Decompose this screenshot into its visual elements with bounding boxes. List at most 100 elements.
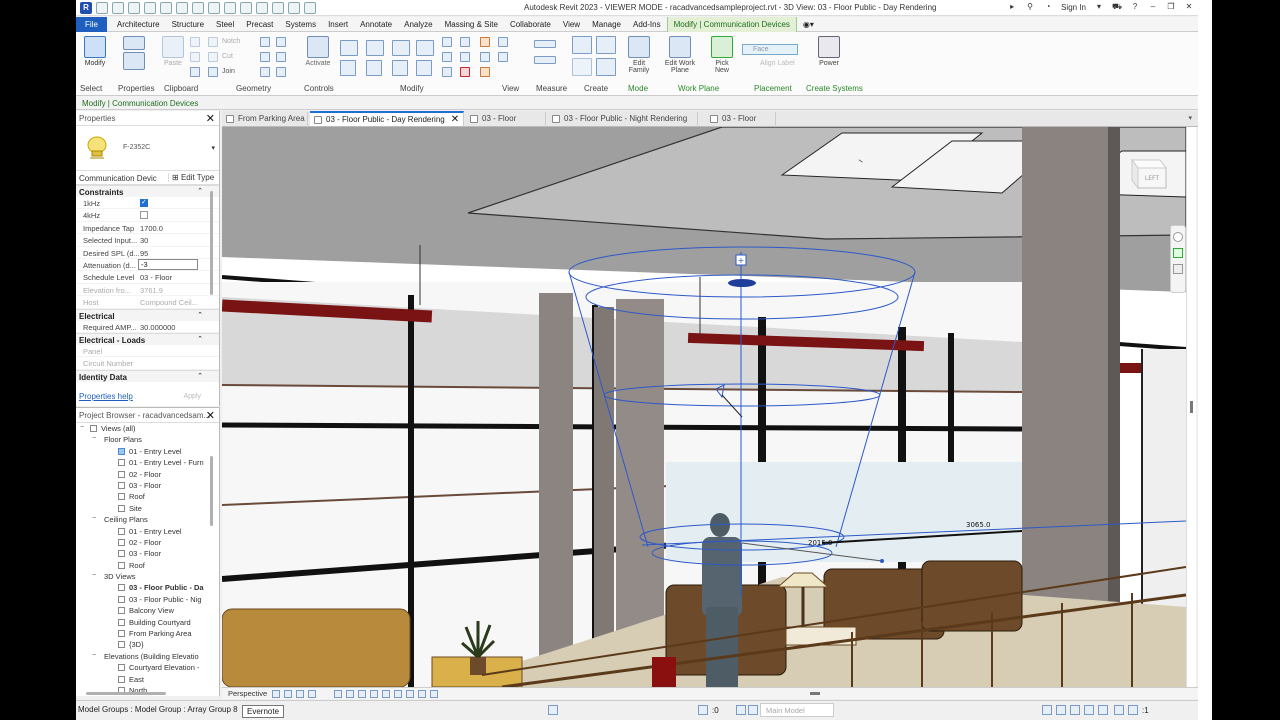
scale-icon[interactable] [442,67,452,77]
dimension-tool-icon[interactable] [534,56,556,64]
dimension-label-2[interactable]: 2015.0 [808,539,833,547]
scroll-thumb[interactable] [1190,401,1193,413]
mirror-pick-icon[interactable] [392,40,410,56]
align-icon[interactable] [340,40,358,56]
browser-group-item[interactable]: − Views (all) [76,423,216,434]
3d-scene[interactable]: + 3065.0 2015.0 I [222,127,1186,687]
browser-view-item[interactable]: 03 - Floor Public - Da [76,582,216,593]
browser-view-item[interactable]: Courtyard Elevation - [76,662,216,673]
geometry-tool-6-icon[interactable] [276,67,286,77]
browser-view-item[interactable]: 03 - Floor [76,480,216,491]
geometry-tool-1-icon[interactable] [260,37,270,47]
visual-style-icon[interactable] [284,690,292,698]
copy-icon[interactable] [190,52,200,62]
split-icon[interactable] [442,37,452,47]
constraints-icon[interactable] [430,690,438,698]
cart-icon[interactable]: ⛟ [1112,2,1122,12]
properties-help-link[interactable]: Properties help [79,392,133,401]
placement-face-field[interactable]: Face [742,44,798,55]
crop-view-icon[interactable] [346,690,354,698]
create-assembly-icon[interactable] [596,36,616,54]
browser-view-item[interactable]: From Parking Area [76,628,216,639]
create-similar-icon[interactable] [572,36,592,54]
sign-in-link[interactable]: Sign In [1061,3,1086,12]
cut-label[interactable]: Cut [222,53,233,60]
browser-hscrollbar[interactable] [86,692,166,695]
checkbox-4khz[interactable] [140,211,148,220]
measure-icon[interactable] [192,2,204,14]
browser-close-icon[interactable]: ✕ [206,409,215,422]
browser-view-item[interactable]: Roof [76,491,216,502]
tab-modify-communication-devices[interactable]: Modify | Communication Devices [666,16,797,32]
checkbox-1khz[interactable] [140,198,148,207]
tab-view[interactable]: View [557,17,586,32]
collapse-toggle-icon[interactable]: − [92,515,96,522]
browser-view-item[interactable]: 02 - Floor [76,469,216,480]
close-hidden-icon[interactable] [288,2,300,14]
render-icon[interactable] [334,690,342,698]
view-tool-5-icon[interactable] [498,52,508,62]
view-tool-1-icon[interactable] [480,37,490,47]
prop-value[interactable]: 95 [140,249,206,258]
offset-icon[interactable] [366,40,384,56]
browser-scrollbar[interactable] [210,456,213,526]
highlight-displacement-icon[interactable] [418,690,426,698]
view-tab-active[interactable]: 03 - Floor Public - Day Rendering ✕ [310,111,464,126]
cope-icon[interactable] [208,37,218,47]
tab-precast[interactable]: Precast [240,17,279,32]
minimize-icon[interactable]: – [1148,2,1158,12]
print-icon[interactable] [176,2,188,14]
text-icon[interactable] [224,2,236,14]
close-icon[interactable]: ✕ [1184,2,1194,12]
dimension-icon[interactable] [208,2,220,14]
delete-icon[interactable] [460,67,470,77]
tabs-overflow-icon[interactable]: ▾ [1188,114,1192,122]
lock-3d-icon[interactable] [370,690,378,698]
join-label[interactable]: Join [222,68,235,75]
sun-path-icon[interactable] [296,690,304,698]
type-selector[interactable]: F-2352C ▾ [76,126,219,171]
thin-lines-icon[interactable] [272,2,284,14]
temporary-hide-icon[interactable] [382,690,390,698]
view-tab[interactable]: 03 - Floor [706,112,776,127]
viewport-scrollbar[interactable] [1186,127,1196,687]
shadows-icon[interactable] [308,690,316,698]
show-crop-icon[interactable] [358,690,366,698]
unpin-icon[interactable] [460,52,470,62]
pin-icon[interactable] [460,37,470,47]
browser-view-item[interactable]: Balcony View [76,605,216,616]
trim-icon[interactable] [416,60,432,76]
tab-file[interactable]: File [76,16,107,32]
viewcube[interactable]: LEFT [1116,150,1170,198]
array-icon[interactable] [442,52,452,62]
dimension-label-1[interactable]: 3065.0 [966,521,991,529]
section-constraints[interactable]: Constraints ⌃ [76,185,219,197]
open-icon[interactable] [96,2,108,14]
help-icon[interactable]: ? [1130,2,1140,12]
select-underlay-icon[interactable] [1056,705,1066,715]
detail-level-icon[interactable] [272,690,280,698]
browser-view-item[interactable]: 01 - Entry Level [76,526,216,537]
copy-element-icon[interactable] [366,60,382,76]
paste-button[interactable]: Paste [162,36,184,67]
modify-button[interactable]: Modify [82,36,108,67]
browser-view-item[interactable]: 02 - Floor [76,537,216,548]
tab-systems[interactable]: Systems [279,17,322,32]
ribbon-options-icon[interactable]: ◉▾ [797,17,820,32]
user-icon[interactable]: ◔ [1043,2,1053,12]
collapse-toggle-icon[interactable]: − [80,424,84,431]
browser-view-item[interactable]: Building Courtyard [76,617,216,628]
view-tab[interactable]: 03 - Floor Public - Night Rendering [548,112,698,127]
tab-analyze[interactable]: Analyze [398,17,438,32]
section-icon[interactable] [256,2,268,14]
browser-view-item[interactable]: 03 - Floor Public - Nig [76,594,216,605]
restore-icon[interactable]: ❐ [1166,2,1176,12]
view-tool-4-icon[interactable] [498,37,508,47]
browser-group-item[interactable]: − Floor Plans [76,434,216,445]
3d-viewport[interactable]: + 3065.0 2015.0 I [222,127,1186,687]
join-icon[interactable] [208,67,218,77]
view-mode-label[interactable]: Perspective [228,689,267,698]
edit-work-plane-button[interactable]: Edit Work Plane [662,36,698,74]
browser-view-item[interactable]: Site [76,503,216,514]
geometry-tool-5-icon[interactable] [276,52,286,62]
